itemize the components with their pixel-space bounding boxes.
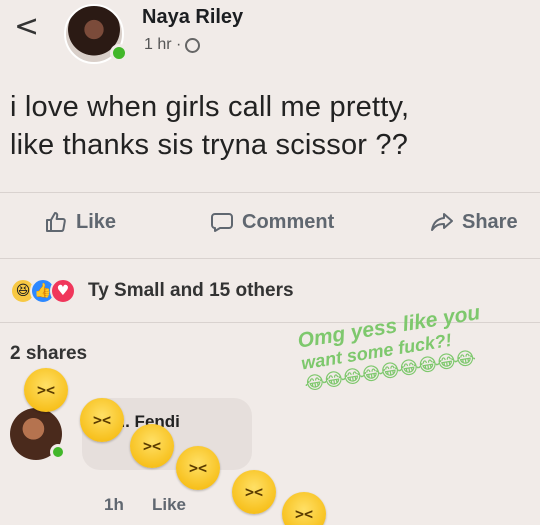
overlay-caption: Omg yess like you want some fuck?! 😂😂😂😂😂… [296,292,540,395]
post-text-line-2: like thanks sis tryna scissor ?? [10,129,409,161]
divider [0,192,540,193]
globe-icon [185,37,201,53]
reaction-summary[interactable]: Ty Small and 15 others [88,280,294,302]
like-button[interactable]: Like [44,210,116,234]
laughing-emoji-icon: >< [232,470,276,514]
like-label: Like [76,210,117,233]
shares-count[interactable]: 2 shares [10,343,87,365]
reaction-icons[interactable]: 😆 👍 ♥ [10,278,76,304]
post-time[interactable]: 1 hr · [144,36,181,54]
divider [0,258,540,259]
comment-button[interactable]: Comment [210,210,334,234]
comment-time: 1h [104,495,124,514]
comment-bubble-icon [211,213,233,232]
post-text: i love when girls call me pretty, like t… [10,88,535,164]
laughing-emoji-icon: >< [130,424,174,468]
comment-label: Comment [242,210,335,233]
laughing-emoji-icon: >< [24,368,68,412]
comment-like-button[interactable]: Like [152,495,186,515]
share-arrow-icon [431,213,453,231]
commenter-online-dot [50,444,66,460]
share-button[interactable]: Share [430,210,518,234]
post-author-name[interactable]: Naya Riley [142,6,243,29]
post-meta: 1 hr · [144,36,201,54]
laughing-emoji-icon: >< [80,398,124,442]
laughing-emoji-icon: >< [176,446,220,490]
share-label: Share [462,210,518,233]
online-status-dot [110,44,128,62]
thumbs-up-icon [46,212,66,232]
back-icon[interactable]: < [14,12,39,42]
post-text-line-1: i love when girls call me pretty, [10,91,410,123]
love-reaction-icon: ♥ [50,278,76,304]
laughing-emoji-icon: >< [282,492,326,525]
